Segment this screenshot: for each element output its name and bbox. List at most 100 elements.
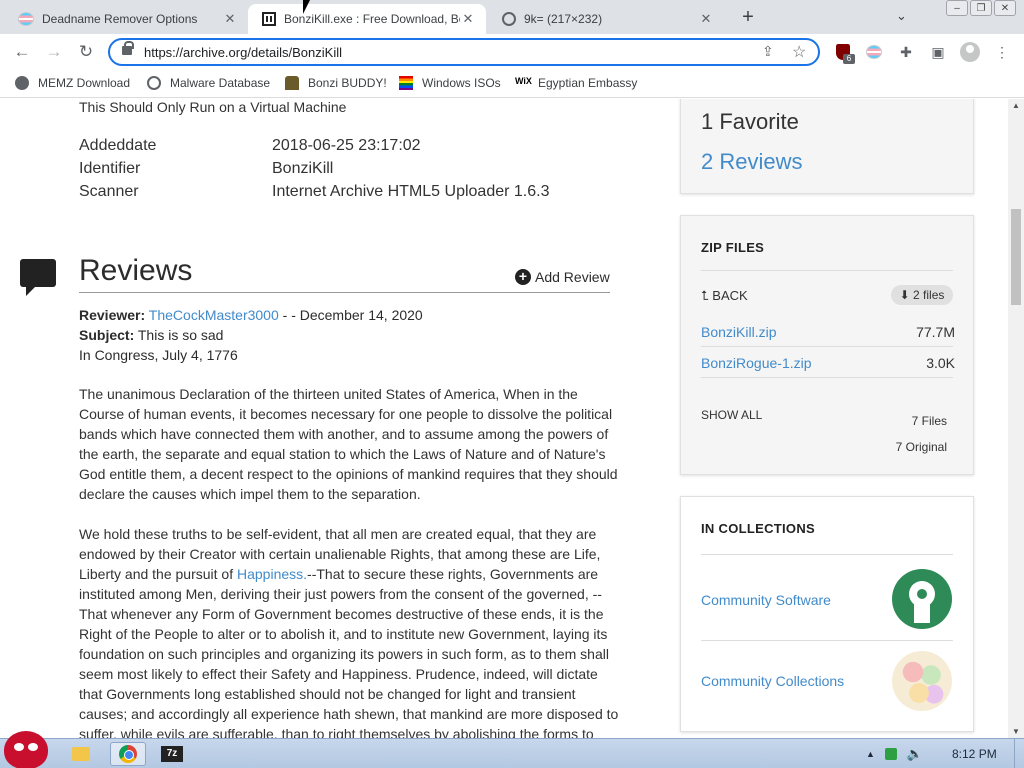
community-collections-logo-icon[interactable] bbox=[892, 651, 952, 711]
new-tab-button[interactable]: + bbox=[736, 6, 760, 29]
folder-icon bbox=[72, 747, 90, 761]
browser-toolbar: ← → ↻ https://archive.org/details/BonziK… bbox=[0, 34, 1024, 70]
menu-kebab-icon[interactable]: ⋮ bbox=[992, 42, 1012, 62]
wix-icon: WiX bbox=[515, 76, 532, 86]
plus-circle-icon: + bbox=[515, 269, 531, 285]
globe-icon bbox=[502, 12, 516, 26]
original-files-count: 7 Original bbox=[895, 440, 947, 454]
close-window-button[interactable]: ✕ bbox=[994, 0, 1016, 16]
side-panel-icon[interactable]: ▣ bbox=[928, 42, 948, 62]
start-button-angry-bird-icon[interactable] bbox=[4, 731, 48, 768]
collection-link[interactable]: Community Software bbox=[701, 592, 831, 608]
address-bar[interactable]: https://archive.org/details/BonziKill ⇪ … bbox=[108, 38, 820, 66]
scroll-up-arrow-icon[interactable]: ▲ bbox=[1012, 101, 1020, 110]
metadata-value: Internet Archive HTML5 Uploader 1.6.3 bbox=[272, 183, 550, 200]
close-icon[interactable]: ✕ bbox=[698, 11, 714, 27]
review-line: In Congress, July 4, 1776 bbox=[79, 347, 238, 363]
show-hidden-icons-icon[interactable]: ▲ bbox=[866, 749, 875, 759]
bonzi-icon bbox=[285, 76, 299, 90]
bookmark-memz[interactable]: MEMZ Download bbox=[15, 76, 130, 90]
download-files-badge[interactable]: ⬇ 2 files bbox=[891, 285, 953, 305]
close-icon[interactable]: ✕ bbox=[222, 11, 238, 27]
tab-search-icon[interactable]: ⌄ bbox=[896, 8, 907, 24]
show-all-link[interactable]: SHOW ALL bbox=[701, 408, 762, 422]
review-paragraph: The unanimous Declaration of the thirtee… bbox=[79, 386, 618, 502]
reviews-heading: Reviews bbox=[79, 254, 193, 287]
collections-panel: IN COLLECTIONS Community Software Commun… bbox=[680, 496, 974, 732]
review-date: - - December 14, 2020 bbox=[278, 307, 423, 323]
reviewer-label: Reviewer: bbox=[79, 307, 146, 323]
puzzle-extensions-icon[interactable]: ✚ bbox=[896, 42, 916, 62]
file-row: BonziKill.zip 77.7M bbox=[701, 316, 955, 347]
tab-deadname-remover[interactable]: Deadname Remover Options ✕ bbox=[4, 4, 248, 34]
forward-arrow-icon[interactable]: → bbox=[42, 40, 66, 64]
scroll-down-arrow-icon[interactable]: ▼ bbox=[1012, 727, 1020, 736]
show-desktop-button[interactable] bbox=[1014, 739, 1024, 768]
file-link[interactable]: BonziRogue-1.zip bbox=[701, 355, 812, 371]
speech-bubble-icon bbox=[20, 259, 56, 296]
bookmark-malware-database[interactable]: Malware Database bbox=[147, 76, 270, 90]
back-arrow-icon[interactable]: ← bbox=[10, 40, 34, 64]
url-text[interactable]: https://archive.org/details/BonziKill bbox=[144, 45, 342, 60]
taskbar-7zip[interactable]: 7z bbox=[150, 742, 194, 766]
restore-button[interactable]: ❐ bbox=[970, 0, 992, 16]
scrollbar-thumb[interactable] bbox=[1011, 209, 1021, 305]
reviewer-link[interactable]: TheCockMaster3000 bbox=[149, 307, 279, 323]
trans-flag-extension-icon[interactable] bbox=[864, 42, 884, 62]
system-tray: ▲ 🔈 bbox=[866, 746, 923, 762]
trans-flag-icon bbox=[18, 12, 34, 26]
add-review-button[interactable]: + Add Review bbox=[515, 269, 610, 285]
taskbar-clock[interactable]: 8:12 PM bbox=[952, 747, 997, 761]
bookmark-bonzi-buddy[interactable]: Bonzi BUDDY! bbox=[285, 76, 387, 90]
reviews-count-link[interactable]: 2 Reviews bbox=[701, 149, 802, 175]
bookmark-windows-isos[interactable]: Windows ISOs bbox=[399, 76, 501, 90]
collection-link[interactable]: Community Collections bbox=[701, 673, 844, 689]
lock-icon[interactable] bbox=[122, 41, 134, 55]
review-paragraph: We hold these truths to be self-evident,… bbox=[79, 524, 619, 738]
download-icon: ⬇ bbox=[899, 288, 910, 302]
bookmark-egyptian-embassy[interactable]: WiX Egyptian Embassy bbox=[515, 76, 637, 90]
bookmark-label: Malware Database bbox=[170, 76, 271, 90]
bookmark-star-icon[interactable]: ☆ bbox=[792, 42, 806, 62]
archive-icon bbox=[262, 12, 276, 26]
minimize-button[interactable]: – bbox=[946, 0, 968, 16]
page-scrollbar[interactable]: ▲ ▼ bbox=[1008, 99, 1024, 738]
file-row: BonziRogue-1.zip 3.0K bbox=[701, 347, 955, 378]
bookmarks-bar: MEMZ Download Malware Database Bonzi BUD… bbox=[0, 70, 1024, 98]
tab-bonzikill[interactable]: BonziKill.exe : Free Download, Bo ✕ bbox=[248, 4, 486, 34]
metadata-key: Addeddate bbox=[79, 137, 157, 154]
profile-avatar[interactable] bbox=[960, 42, 980, 62]
add-review-label: Add Review bbox=[535, 269, 610, 285]
logo-part bbox=[914, 603, 930, 623]
sevenzip-icon: 7z bbox=[161, 746, 183, 762]
tray-app-icon[interactable] bbox=[884, 748, 897, 760]
extension-badge: 6 bbox=[843, 54, 855, 64]
tab-image[interactable]: 9k= (217×232) ✕ bbox=[488, 4, 724, 34]
metadata-value: 2018-06-25 23:17:02 bbox=[272, 137, 421, 154]
file-size: 3.0K bbox=[926, 355, 955, 371]
happiness-link[interactable]: Happiness. bbox=[237, 566, 307, 582]
back-link[interactable]: ⮤ BACK bbox=[701, 288, 748, 304]
trans-flag-icon bbox=[866, 45, 882, 59]
speaker-icon[interactable]: 🔈 bbox=[907, 746, 923, 762]
taskbar-explorer[interactable] bbox=[68, 742, 94, 766]
favorites-count: 1 Favorite bbox=[701, 109, 799, 134]
description-text: This Should Only Run on a Virtual Machin… bbox=[79, 99, 347, 115]
close-icon[interactable]: ✕ bbox=[460, 11, 476, 27]
globe-icon bbox=[147, 76, 161, 90]
file-link[interactable]: BonziKill.zip bbox=[701, 324, 776, 340]
window-controls: – ❐ ✕ bbox=[946, 0, 1016, 16]
page-content: This Should Only Run on a Virtual Machin… bbox=[0, 99, 1008, 738]
stats-panel: 1 Favorite 2 Reviews bbox=[680, 99, 974, 194]
share-icon[interactable]: ⇪ bbox=[762, 43, 774, 60]
review-text: --That to secure these rights, Governmen… bbox=[79, 566, 619, 738]
reload-icon[interactable]: ↻ bbox=[74, 40, 98, 64]
file-size: 77.7M bbox=[916, 324, 955, 340]
community-software-logo-icon[interactable] bbox=[892, 569, 952, 629]
zip-files-panel: ZIP FILES ⮤ BACK ⬇ 2 files BonziKill.zip… bbox=[680, 215, 974, 475]
taskbar-chrome[interactable] bbox=[110, 742, 146, 766]
bookmark-label: Bonzi BUDDY! bbox=[308, 76, 387, 90]
tab-strip: Deadname Remover Options ✕ BonziKill.exe… bbox=[0, 0, 1024, 34]
collections-heading: IN COLLECTIONS bbox=[701, 521, 815, 536]
divider bbox=[701, 270, 953, 271]
